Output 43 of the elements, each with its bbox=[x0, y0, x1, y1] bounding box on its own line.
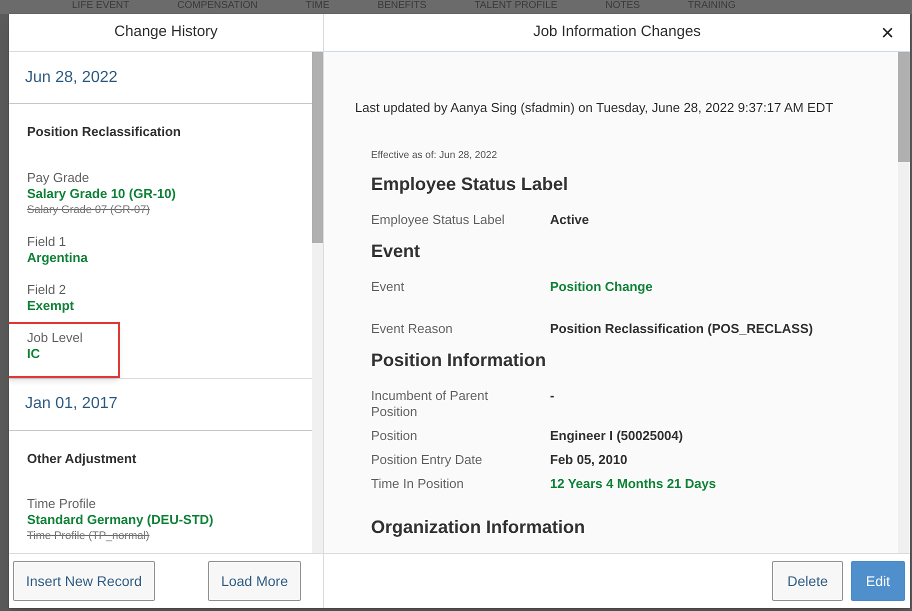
insert-record-button[interactable]: Insert New Record bbox=[13, 561, 155, 601]
field-value: 12 Years 4 Months 21 Days bbox=[550, 476, 716, 492]
field-value: Engineer I (50025004) bbox=[550, 428, 683, 444]
field-label: Pay Grade bbox=[27, 170, 90, 186]
close-button[interactable]: × bbox=[881, 22, 894, 44]
delete-button[interactable]: Delete bbox=[772, 561, 843, 601]
field-value: Position Change bbox=[550, 278, 653, 294]
field-label: Event Reason bbox=[371, 320, 454, 336]
panel-title: Change History bbox=[9, 14, 323, 52]
field-label: Field 2 bbox=[27, 282, 68, 298]
old-value: Salary Grade 07 (GR-07) bbox=[27, 202, 151, 218]
field-label: Employee Status Label bbox=[371, 212, 506, 228]
new-value: Exempt bbox=[27, 298, 75, 314]
field-label: Field 1 bbox=[27, 234, 68, 250]
field-label: Incumbent of Parent Position bbox=[371, 388, 490, 420]
last-updated-text: Last updated by Aanya Sing (sfadmin) on Tuesday, June 28, 2022 9:37:17 AM EDT bbox=[355, 99, 834, 117]
scrollbar-thumb[interactable] bbox=[312, 52, 323, 243]
new-value: Argentina bbox=[27, 250, 89, 266]
field-value: Position Reclassification (POS_RECLASS) bbox=[550, 320, 813, 336]
new-value: Salary Grade 10 (GR-10) bbox=[27, 186, 177, 202]
field-label: Event bbox=[371, 278, 406, 294]
section-heading: Event bbox=[371, 240, 422, 262]
field-value: - bbox=[550, 388, 554, 404]
new-value: IC bbox=[27, 346, 41, 362]
field-label: Position bbox=[371, 428, 418, 444]
new-value: Standard Germany (DEU-STD) bbox=[27, 512, 214, 528]
effective-date-text: Effective as of: Jun 28, 2022 bbox=[371, 148, 498, 162]
old-value: Time Profile (TP_normal) bbox=[27, 529, 150, 544]
section-heading: Employee Status Label bbox=[371, 172, 570, 196]
panel-title: Job Information Changes bbox=[533, 22, 701, 42]
field-label: Time Profile bbox=[27, 496, 97, 512]
scrollbar-thumb[interactable] bbox=[898, 52, 910, 162]
field-label: Time In Position bbox=[371, 476, 465, 492]
section-heading: Organization Information bbox=[371, 516, 586, 539]
field-value: Feb 05, 2010 bbox=[550, 452, 628, 468]
field-label: Job Level bbox=[27, 330, 84, 346]
field-label: Position Entry Date bbox=[371, 452, 484, 468]
edit-button[interactable]: Edit bbox=[850, 561, 905, 601]
history-entry-title: Position Reclassification bbox=[27, 123, 182, 141]
history-entry-title: Other Adjustment bbox=[27, 450, 138, 468]
field-value: Active bbox=[550, 212, 590, 228]
section-heading: Position Information bbox=[371, 348, 547, 372]
load-more-button[interactable]: Load More bbox=[208, 561, 301, 601]
